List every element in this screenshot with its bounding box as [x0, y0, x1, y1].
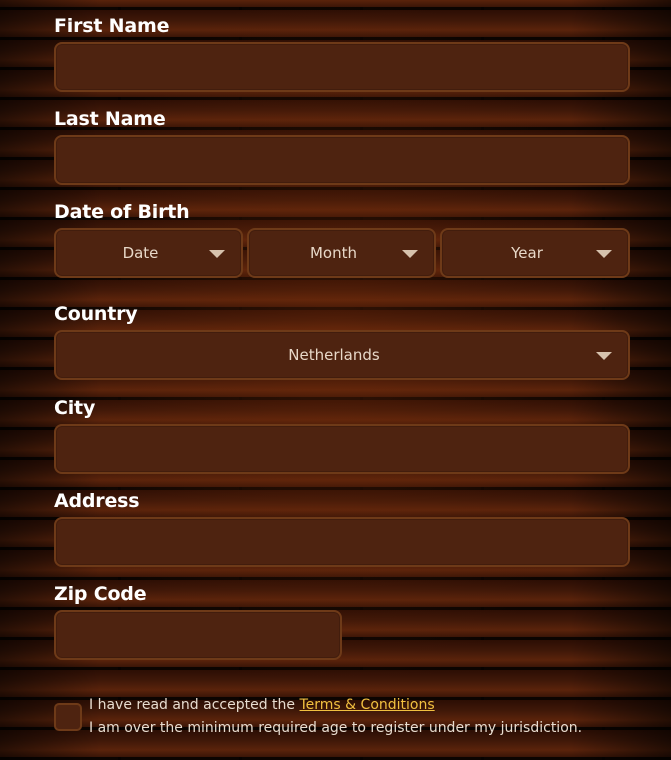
- terms-agreement: I have read and accepted the Terms & Con…: [54, 694, 654, 744]
- birth-month-select[interactable]: Month: [247, 228, 436, 278]
- birth-date-select-text: Date: [122, 244, 159, 262]
- date-of-birth-label: Date of Birth: [54, 201, 190, 223]
- country-select[interactable]: Netherlands: [54, 330, 630, 380]
- terms-line: I have read and accepted the Terms & Con…: [89, 694, 582, 717]
- chevron-down-icon: [209, 250, 225, 258]
- zip-code-input[interactable]: [54, 610, 342, 660]
- chevron-down-icon: [402, 250, 418, 258]
- address-input[interactable]: [54, 517, 630, 567]
- address-label: Address: [54, 490, 140, 512]
- city-label: City: [54, 397, 96, 419]
- city-input[interactable]: [54, 424, 630, 474]
- terms-conditions-link[interactable]: Terms & Conditions: [300, 697, 435, 713]
- chevron-down-icon: [596, 250, 612, 258]
- terms-checkbox[interactable]: [54, 703, 82, 731]
- first-name-label: First Name: [54, 15, 170, 37]
- birth-year-select-text: Year: [511, 244, 543, 262]
- age-confirmation-text: I am over the minimum required age to re…: [89, 720, 583, 736]
- last-name-label: Last Name: [54, 108, 166, 130]
- last-name-input[interactable]: [54, 135, 630, 185]
- country-select-text: Netherlands: [288, 346, 380, 364]
- country-label: Country: [54, 303, 138, 325]
- first-name-input[interactable]: [54, 42, 630, 92]
- birth-month-select-text: Month: [309, 244, 357, 262]
- zip-code-label: Zip Code: [54, 583, 147, 605]
- birth-date-select[interactable]: Date: [54, 228, 243, 278]
- chevron-down-icon: [596, 352, 612, 360]
- terms-text: I have read and accepted the Terms & Con…: [89, 694, 582, 740]
- terms-text-prefix: I have read and accepted the: [89, 697, 300, 713]
- birth-year-select[interactable]: Year: [440, 228, 630, 278]
